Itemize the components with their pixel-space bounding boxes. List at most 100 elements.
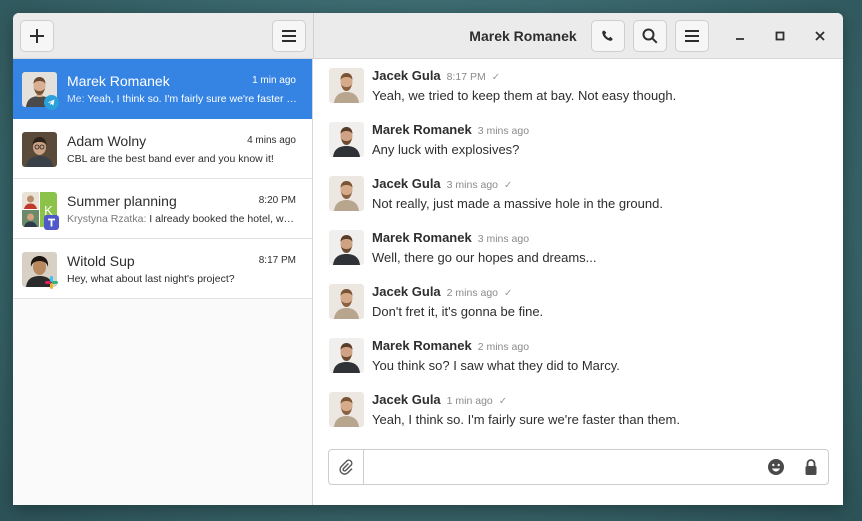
message-input[interactable] — [365, 450, 755, 484]
search-icon — [642, 28, 658, 44]
message-time: 2 mins ago — [477, 341, 530, 353]
message-time: 3 mins ago — [446, 179, 499, 191]
telegram-icon — [44, 95, 59, 110]
chat-preview: Hey, what about last night's project? — [67, 273, 299, 285]
message-text: Not really, just made a massive hole in … — [372, 196, 663, 211]
message-text: You think so? I saw what they did to Mar… — [372, 358, 620, 373]
avatar-jacek — [329, 392, 364, 427]
chat-preview: Krystyna Rzatka: I already booked the ho… — [67, 213, 299, 225]
message: Jacek Gula 8:17 PM ✓ Yeah, we tried to kee… — [329, 68, 829, 118]
attach-button[interactable] — [329, 450, 364, 484]
chat-preview-sender: Me: — [67, 93, 85, 105]
message-text: Yeah, I think so. I'm fairly sure we're … — [372, 412, 680, 427]
new-chat-button[interactable] — [20, 20, 54, 52]
message-author: Jacek Gula 1 min ago ✓ — [372, 392, 507, 407]
message-author-name: Jacek Gula — [372, 68, 441, 83]
message-author: Marek Romanek 3 mins ago — [372, 230, 535, 245]
encryption-button[interactable] — [803, 458, 819, 476]
call-button[interactable] — [591, 20, 625, 52]
chat-item-marek-romanek[interactable]: Marek Romanek 1 min ago Me: Yeah, I thin… — [13, 59, 312, 119]
message-author-name: Jacek Gula — [372, 284, 441, 299]
message-author: Jacek Gula 2 mins ago ✓ — [372, 284, 512, 299]
slack-icon — [44, 275, 59, 290]
chat-list: Marek Romanek 1 min ago Me: Yeah, I thin… — [13, 59, 313, 505]
message-time: 2 mins ago — [446, 287, 499, 299]
maximize-icon — [775, 31, 785, 41]
message-composer — [328, 449, 829, 485]
chat-item-witold-sup[interactable]: Witold Sup 8:17 PM Hey, what about last … — [13, 239, 312, 299]
hamburger-menu-icon — [685, 30, 699, 42]
phone-icon — [602, 30, 613, 41]
avatar-marek — [329, 122, 364, 157]
chat-preview-sender: Krystyna Rzatka: — [67, 213, 147, 225]
avatar-jacek — [329, 176, 364, 211]
message-author: Jacek Gula 8:17 PM ✓ — [372, 68, 500, 83]
message: Jacek Gula 1 min ago ✓ Yeah, I think so. I… — [329, 392, 829, 442]
conversation-view: Jacek Gula 8:17 PM ✓ Yeah, we tried to kee… — [314, 59, 843, 505]
chat-preview: CBL are the best band ever and you know … — [67, 153, 299, 165]
plus-icon — [30, 29, 44, 43]
message: Jacek Gula 3 mins ago ✓ Not really, just m… — [329, 176, 829, 226]
read-check-icon: ✓ — [498, 396, 508, 407]
message-time: 3 mins ago — [477, 233, 530, 245]
avatar-marek — [329, 338, 364, 373]
avatar-marek — [329, 230, 364, 265]
chat-item-summer-planning[interactable]: K Summer planning 8:20 PM Krystyna Rzatk… — [13, 179, 312, 239]
maximize-button[interactable] — [768, 24, 792, 48]
header-divider — [313, 13, 314, 59]
chat-name: Marek Romanek — [67, 73, 170, 89]
message-author: Marek Romanek 3 mins ago — [372, 122, 535, 137]
lock-icon — [805, 459, 817, 475]
close-icon — [815, 31, 825, 41]
read-check-icon: ✓ — [504, 180, 513, 191]
message-text: Don't fret it, it's gonna be fine. — [372, 304, 544, 319]
message: Jacek Gula 2 mins ago ✓ Don't fret it, it'… — [329, 284, 829, 334]
search-button[interactable] — [633, 20, 667, 52]
chat-time: 8:17 PM — [258, 255, 296, 266]
app-window: Marek Romanek Marek Romanek 1 min ago Me… — [13, 13, 843, 505]
avatar — [22, 132, 57, 167]
chat-preview: Me: Yeah, I think so. I'm fairly sure we… — [67, 93, 299, 105]
chat-time: 1 min ago — [252, 75, 296, 86]
conversation-title: Marek Romanek — [469, 28, 577, 44]
chat-time: 4 mins ago — [247, 135, 296, 146]
chat-item-adam-wolny[interactable]: Adam Wolny 4 mins ago CBL are the best b… — [13, 119, 312, 179]
paperclip-icon — [339, 459, 353, 475]
chat-time: 8:20 PM — [258, 195, 296, 206]
chat-preview-text: Yeah, I think so. I'm fairly sure we're … — [87, 93, 299, 105]
chat-name: Summer planning — [67, 193, 177, 209]
message: Marek Romanek 2 mins ago You think so? I … — [329, 338, 829, 388]
message-time: 8:17 PM — [446, 71, 486, 83]
read-check-icon: ✓ — [491, 72, 501, 83]
conversation-menu-button[interactable] — [675, 20, 709, 52]
message-author: Jacek Gula 3 mins ago ✓ — [372, 176, 512, 191]
message-time: 3 mins ago — [477, 125, 530, 137]
teams-icon — [44, 215, 59, 230]
emoji-button[interactable] — [767, 458, 785, 476]
message-text: Well, there go our hopes and dreams... — [372, 250, 597, 265]
sidebar-menu-button[interactable] — [272, 20, 306, 52]
message-author: Marek Romanek 2 mins ago — [372, 338, 535, 353]
minimize-button[interactable] — [728, 24, 752, 48]
message-author-name: Marek Romanek — [372, 122, 472, 137]
message-text: Any luck with explosives? — [372, 142, 520, 157]
message-time: 1 min ago — [446, 395, 493, 407]
close-button[interactable] — [808, 24, 832, 48]
message-author-name: Marek Romanek — [372, 338, 472, 353]
chat-preview-text: CBL are the best band ever and you know … — [67, 153, 274, 165]
chat-preview-text: Hey, what about last night's project? — [67, 273, 235, 285]
message-author-name: Jacek Gula — [372, 392, 441, 407]
emoji-icon — [768, 459, 784, 475]
message-text: Yeah, we tried to keep them at bay. Not … — [372, 88, 677, 103]
minimize-icon — [736, 38, 744, 40]
chat-preview-text: I already booked the hotel, we're good — [149, 213, 299, 225]
message: Marek Romanek 3 mins ago Any luck with ex… — [329, 122, 829, 172]
chat-name: Witold Sup — [67, 253, 135, 269]
message: Marek Romanek 3 mins ago Well, there go o… — [329, 230, 829, 280]
avatar-jacek — [329, 68, 364, 103]
message-author-name: Marek Romanek — [372, 230, 472, 245]
chat-name: Adam Wolny — [67, 133, 147, 149]
header-bar: Marek Romanek — [13, 13, 843, 59]
read-check-icon: ✓ — [504, 288, 513, 299]
avatar-jacek — [329, 284, 364, 319]
